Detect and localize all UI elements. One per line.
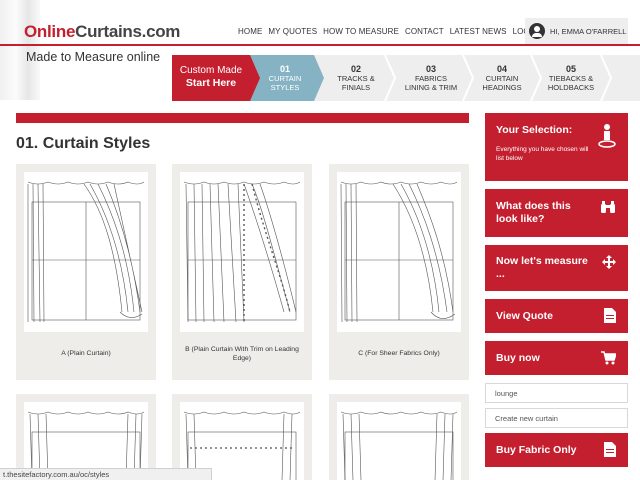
look-like-label: What does this look like? (496, 200, 571, 226)
view-quote-button[interactable]: View Quote (485, 299, 628, 333)
nav-my-quotes[interactable]: MY QUOTES (268, 27, 317, 36)
tagline: Made to Measure online (26, 50, 161, 64)
step-tracks-finials[interactable]: 02 TRACKS & FINIALS (324, 55, 388, 101)
shopping-cart-icon (601, 351, 618, 370)
step-number: 02 (350, 64, 361, 74)
nav-how-to-measure[interactable]: HOW TO MEASURE (323, 27, 399, 36)
card-caption: B (Plain Curtain With Trim on Leading Ed… (185, 346, 299, 362)
step-curtain-headings[interactable]: 04 CURTAIN HEADINGS (472, 55, 532, 101)
curtain-style-card-c[interactable]: C (For Sheer Fabrics Only) (329, 164, 469, 380)
binoculars-icon (600, 200, 616, 219)
step-separator (530, 55, 542, 101)
section-divider (16, 113, 469, 123)
what-does-this-look-like-button[interactable]: What does this look like? (485, 189, 628, 237)
now-lets-measure-button[interactable]: Now let's measure ... (485, 245, 628, 291)
step-number: 01 (279, 64, 290, 74)
person-pin-icon (598, 123, 616, 154)
step-label: HEADINGS (482, 82, 522, 92)
step-label: HOLDBACKS (547, 82, 595, 92)
user-account-button[interactable]: HI, EMMA O'FARRELL (525, 18, 628, 44)
logo-curtains: Curtains.com (75, 22, 181, 41)
site-logo[interactable]: OnlineCurtains.com (24, 22, 180, 42)
step-label: STYLES (270, 82, 300, 92)
move-arrows-icon (602, 255, 616, 274)
step-tiebacks[interactable]: 05 TIEBACKS & HOLDBACKS (540, 55, 602, 101)
active-step-arrow (314, 55, 324, 101)
curtain-illustration (180, 172, 304, 332)
document-icon (604, 308, 616, 328)
curtain-illustration (337, 172, 461, 332)
nav-home[interactable]: HOME (238, 27, 262, 36)
step-label: FINIALS (341, 82, 371, 92)
nav-latest-news[interactable]: LATEST NEWS (450, 27, 507, 36)
step-fabrics[interactable]: 03 FABRICS LINING & TRIM (394, 55, 468, 101)
selection-title: Your Selection: (496, 124, 573, 136)
site-header: OnlineCurtains.com HOME MY QUOTES HOW TO… (0, 0, 640, 100)
browser-status-url: t.thesitefactory.com.au/oc/styles (0, 468, 212, 480)
buy-now-button[interactable]: Buy now (485, 341, 628, 375)
document-icon (604, 442, 616, 462)
cta-line1: Custom Made (179, 65, 243, 76)
curtain-illustration (337, 402, 461, 480)
curtain-style-card-f[interactable] (329, 394, 469, 480)
start-here-button[interactable]: Custom Made Start Here (172, 55, 250, 101)
main-nav: HOME MY QUOTES HOW TO MEASURE CONTACT LA… (238, 27, 547, 36)
cta-arrow (250, 55, 260, 101)
create-new-curtain-option[interactable]: Create new curtain (485, 408, 628, 428)
step-number: 04 (496, 64, 507, 74)
selection-subtitle: Everything you have chosen will list bel… (496, 146, 589, 162)
curtain-illustration (24, 172, 148, 332)
step-number: 05 (565, 64, 576, 74)
curtain-style-card-a[interactable]: A (Plain Curtain) (16, 164, 156, 380)
step-separator (462, 55, 474, 101)
curtain-name-field[interactable]: lounge (485, 383, 628, 403)
card-caption: C (For Sheer Fabrics Only) (358, 350, 440, 357)
curtain-style-card-b[interactable]: B (Plain Curtain With Trim on Leading Ed… (172, 164, 312, 380)
nav-contact[interactable]: CONTACT (405, 27, 444, 36)
cta-line2: Start Here (185, 76, 237, 89)
measure-label: Now let's measure ... (496, 255, 588, 281)
user-greeting: HI, EMMA O'FARRELL (550, 26, 627, 36)
buy-fabric-label: Buy Fabric Only (496, 444, 577, 456)
your-selection-panel: Your Selection: Everything you have chos… (485, 113, 628, 181)
buy-fabric-only-button[interactable]: Buy Fabric Only (485, 433, 628, 467)
step-label: LINING & TRIM (404, 82, 458, 92)
view-quote-label: View Quote (496, 310, 553, 322)
page-title: 01. Curtain Styles (16, 135, 151, 152)
buy-now-label: Buy now (496, 352, 540, 364)
step-separator (600, 55, 612, 101)
user-avatar-icon (529, 23, 545, 39)
header-divider (0, 44, 640, 46)
step-number: 03 (425, 64, 436, 74)
step-separator (384, 55, 396, 101)
logo-online: Online (24, 22, 76, 41)
card-caption: A (Plain Curtain) (61, 350, 111, 357)
